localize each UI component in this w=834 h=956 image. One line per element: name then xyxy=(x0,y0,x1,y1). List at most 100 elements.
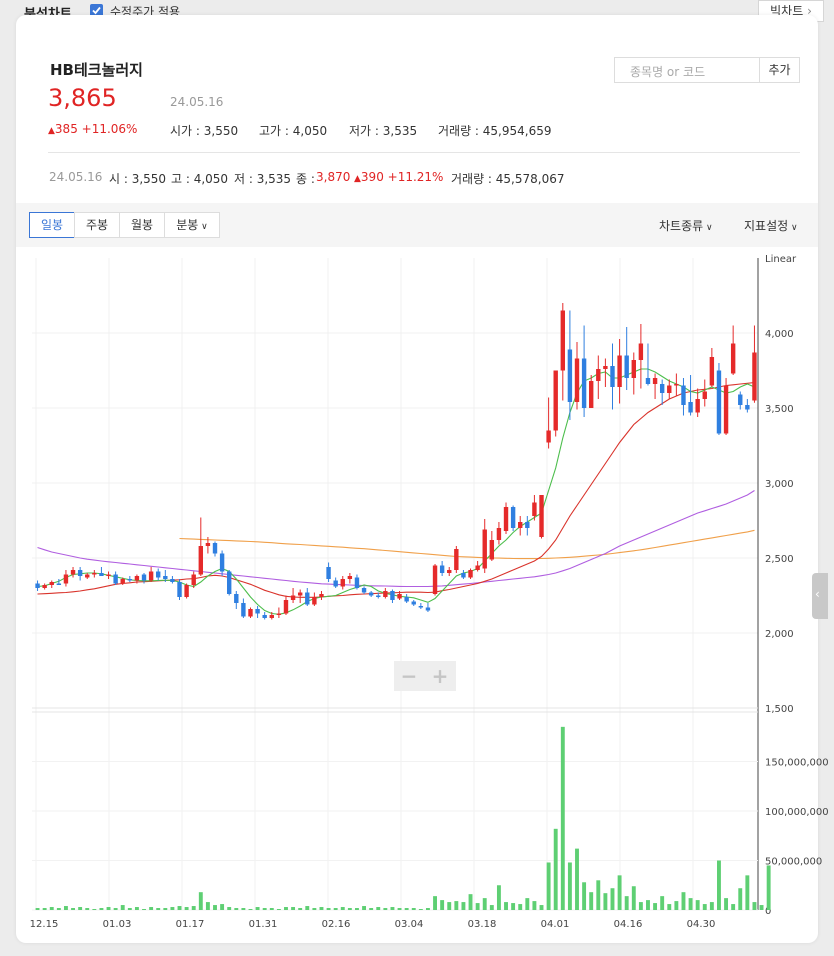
volume-bar xyxy=(475,903,480,910)
volume-bar xyxy=(447,902,452,910)
date-tick-label: 04.01 xyxy=(541,919,570,930)
candle-body xyxy=(305,592,310,605)
volume-bar xyxy=(525,898,530,910)
volume-bar xyxy=(461,902,466,910)
volume-bar xyxy=(390,907,395,910)
volume-bar xyxy=(184,907,189,910)
volume-bar xyxy=(276,909,281,910)
volume-bar xyxy=(411,908,416,910)
candle-body xyxy=(447,570,452,573)
volume-bar xyxy=(284,907,288,910)
ma120-line xyxy=(179,529,755,560)
candle-body xyxy=(546,430,551,443)
volume-bar xyxy=(269,908,274,910)
candle-body xyxy=(738,394,743,405)
candle-body xyxy=(596,369,601,381)
candle-body xyxy=(730,343,736,374)
candle-body xyxy=(503,507,509,531)
candle-body xyxy=(631,360,636,378)
volume-bar xyxy=(397,908,402,910)
candle-body xyxy=(439,565,445,573)
candle-body xyxy=(312,597,317,605)
candle-body xyxy=(85,574,90,578)
volume-bar xyxy=(603,893,608,910)
volume-bar xyxy=(709,902,714,910)
candle-body xyxy=(77,570,83,576)
volume-bar xyxy=(454,901,459,910)
volume-bar xyxy=(532,901,537,910)
candle-body xyxy=(56,583,62,585)
price-tick-label: 2,000 xyxy=(765,629,794,640)
volume-bar xyxy=(262,908,267,910)
volume-bar xyxy=(134,907,139,910)
volume-bar xyxy=(383,908,388,910)
volume-bar xyxy=(99,908,104,910)
candle-body xyxy=(63,574,69,584)
volume-bar xyxy=(362,906,367,910)
candle-body xyxy=(638,343,644,360)
candle-body xyxy=(411,601,416,605)
date-tick-label: 12.15 xyxy=(30,919,59,930)
candle-body xyxy=(454,549,459,570)
volume-bar xyxy=(468,894,473,910)
volume-bar xyxy=(496,885,501,910)
volume-bar xyxy=(78,907,83,910)
candle-body xyxy=(148,571,154,581)
candle-body xyxy=(184,585,189,597)
volume-bar xyxy=(333,908,338,910)
volume-bar xyxy=(674,901,679,910)
volume-bar xyxy=(92,909,97,910)
candle-body xyxy=(688,402,693,413)
candle-body xyxy=(610,366,615,387)
volume-bar xyxy=(667,904,672,910)
volume-bar xyxy=(241,908,246,910)
candle-body xyxy=(624,355,629,378)
candle-body xyxy=(127,579,133,581)
candle-body xyxy=(681,385,686,405)
candle-body xyxy=(361,588,367,593)
volume-bar xyxy=(567,862,572,910)
volume-bar xyxy=(213,905,217,910)
candle-body xyxy=(496,528,502,540)
candle-body xyxy=(170,579,175,582)
scale-label: Linear xyxy=(765,254,797,265)
candle-body xyxy=(475,565,480,570)
candle-body xyxy=(198,546,204,575)
volume-bar xyxy=(56,908,61,910)
volume-bar xyxy=(610,888,615,910)
volume-bar xyxy=(738,888,743,910)
candle-body xyxy=(716,370,722,434)
stock-chart[interactable]: 4,000 3,500 3,000 2,500 2,000 1,500 Linear 150,… xyxy=(0,0,834,956)
date-tick-label: 03.18 xyxy=(468,919,497,930)
candle-body xyxy=(276,613,282,615)
volume-bar xyxy=(638,902,643,910)
candle-body xyxy=(269,615,274,618)
volume-bar xyxy=(156,908,161,910)
volume-bar xyxy=(745,875,750,910)
volume-bar xyxy=(63,906,68,910)
volume-bar xyxy=(759,905,764,910)
candle-body xyxy=(525,522,530,528)
candle-body xyxy=(283,600,289,614)
candle-body xyxy=(617,355,622,387)
volume-bar xyxy=(113,908,118,910)
ma60-line xyxy=(37,490,755,588)
price-tick-label: 1,500 xyxy=(765,704,794,715)
candle-body xyxy=(510,507,516,528)
volume-bar xyxy=(440,900,445,910)
candle-body xyxy=(134,576,140,581)
volume-bar xyxy=(142,909,146,910)
date-tick-label: 01.17 xyxy=(176,919,205,930)
candle-body xyxy=(695,399,700,413)
volume-bar xyxy=(120,905,125,910)
date-tick-label: 04.30 xyxy=(687,919,716,930)
volume-bar xyxy=(326,908,331,910)
zoom-out-button[interactable]: − xyxy=(394,664,424,688)
candle-body xyxy=(319,594,324,597)
zoom-in-button[interactable]: + xyxy=(425,664,455,688)
volume-bar xyxy=(376,907,381,910)
volume-bar xyxy=(752,902,757,910)
candle-body xyxy=(70,570,76,575)
candle-body xyxy=(347,576,353,579)
side-panel-toggle[interactable]: ‹ xyxy=(812,573,828,619)
